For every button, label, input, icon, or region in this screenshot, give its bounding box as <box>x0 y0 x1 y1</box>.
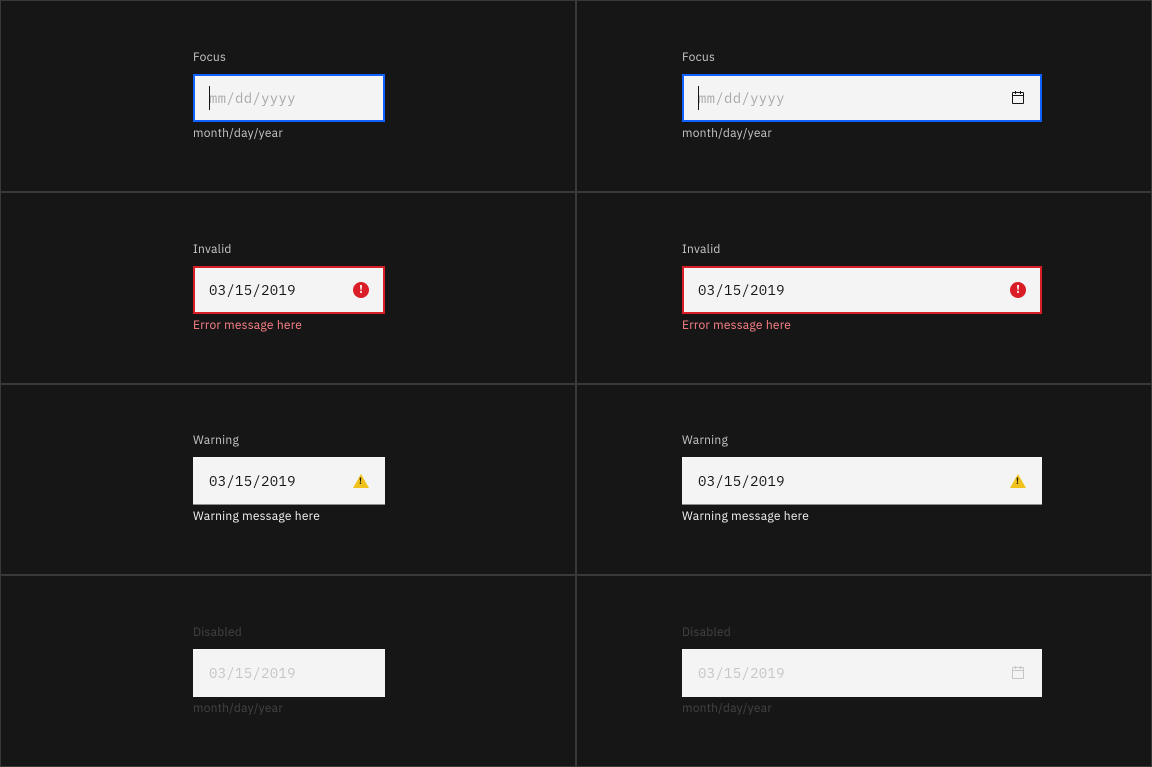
cell-focus-long: Focus month/day/year <box>576 0 1152 192</box>
label-invalid: Invalid <box>193 242 385 258</box>
calendar-icon[interactable] <box>1010 90 1026 106</box>
warning-icon <box>1010 474 1026 488</box>
label-disabled: Disabled <box>193 625 385 641</box>
text-caret <box>209 86 210 110</box>
error-message: Error message here <box>682 318 1042 334</box>
error-message: Error message here <box>193 318 385 334</box>
cell-focus-short: Focus month/day/year <box>0 0 576 192</box>
date-field-focus[interactable] <box>682 74 1042 122</box>
label-focus: Focus <box>193 50 385 66</box>
label-warning: Warning <box>193 433 385 449</box>
cell-warning-long: Warning Warning message here <box>576 384 1152 576</box>
date-field-focus[interactable] <box>193 74 385 122</box>
cell-warning-short: Warning Warning message here <box>0 384 576 576</box>
helper-disabled: month/day/year <box>682 701 1042 717</box>
error-icon: ! <box>1010 282 1026 298</box>
date-field-invalid[interactable]: ! <box>193 266 385 314</box>
cell-invalid-short: Invalid ! Error message here <box>0 192 576 384</box>
label-focus: Focus <box>682 50 1042 66</box>
label-warning: Warning <box>682 433 1042 449</box>
error-icon: ! <box>353 282 369 298</box>
label-disabled: Disabled <box>682 625 1042 641</box>
calendar-icon <box>1010 665 1026 681</box>
date-field-warning[interactable] <box>682 457 1042 505</box>
warning-icon <box>353 474 369 488</box>
date-input <box>682 649 1042 697</box>
date-input[interactable] <box>193 74 398 122</box>
warning-message: Warning message here <box>682 509 1042 525</box>
label-invalid: Invalid <box>682 242 1042 258</box>
helper-focus: month/day/year <box>682 126 1042 142</box>
cell-invalid-long: Invalid ! Error message here <box>576 192 1152 384</box>
date-field-disabled <box>682 649 1042 697</box>
date-input[interactable] <box>682 74 1042 122</box>
cell-disabled-short: Disabled month/day/year <box>0 575 576 767</box>
date-field-warning[interactable] <box>193 457 385 505</box>
date-input <box>193 649 398 697</box>
cell-disabled-long: Disabled month/day/year <box>576 575 1152 767</box>
date-input[interactable] <box>682 457 1042 504</box>
date-field-disabled <box>193 649 385 697</box>
helper-disabled: month/day/year <box>193 701 385 717</box>
helper-focus: month/day/year <box>193 126 385 142</box>
date-input[interactable] <box>682 266 1042 314</box>
text-caret <box>698 86 699 110</box>
warning-message: Warning message here <box>193 509 385 525</box>
date-field-invalid[interactable]: ! <box>682 266 1042 314</box>
